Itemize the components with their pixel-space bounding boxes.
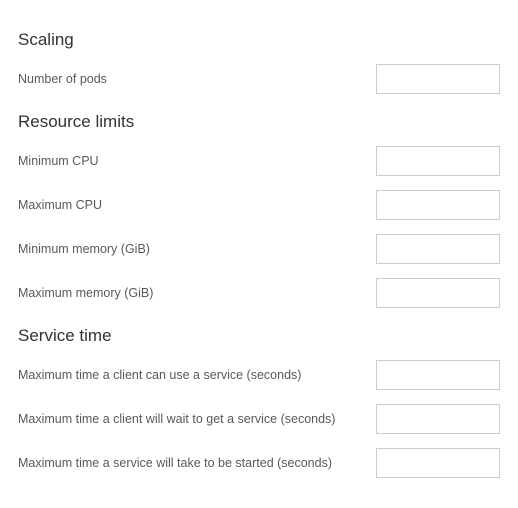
maximum-memory-stepper[interactable] xyxy=(376,278,500,308)
minimum-memory-row: Minimum memory (GiB) xyxy=(18,234,500,264)
minimum-cpu-input[interactable] xyxy=(377,147,518,175)
maximum-cpu-stepper[interactable] xyxy=(376,190,500,220)
max-start-time-input[interactable] xyxy=(377,449,518,477)
max-wait-time-stepper[interactable] xyxy=(376,404,500,434)
maximum-cpu-label: Maximum CPU xyxy=(18,198,376,212)
minimum-cpu-label: Minimum CPU xyxy=(18,154,376,168)
max-start-time-label: Maximum time a service will take to be s… xyxy=(18,456,376,470)
service-time-heading: Service time xyxy=(18,326,500,346)
max-start-time-stepper[interactable] xyxy=(376,448,500,478)
minimum-cpu-stepper[interactable] xyxy=(376,146,500,176)
minimum-cpu-row: Minimum CPU xyxy=(18,146,500,176)
max-wait-time-label: Maximum time a client will wait to get a… xyxy=(18,412,376,426)
resource-limits-heading: Resource limits xyxy=(18,112,500,132)
max-use-time-input[interactable] xyxy=(377,361,518,389)
max-use-time-stepper[interactable] xyxy=(376,360,500,390)
max-use-time-label: Maximum time a client can use a service … xyxy=(18,368,376,382)
scaling-heading: Scaling xyxy=(18,30,500,50)
max-wait-time-input[interactable] xyxy=(377,405,518,433)
max-start-time-row: Maximum time a service will take to be s… xyxy=(18,448,500,478)
max-use-time-row: Maximum time a client can use a service … xyxy=(18,360,500,390)
minimum-memory-label: Minimum memory (GiB) xyxy=(18,242,376,256)
number-of-pods-row: Number of pods xyxy=(18,64,500,94)
maximum-memory-row: Maximum memory (GiB) xyxy=(18,278,500,308)
maximum-cpu-row: Maximum CPU xyxy=(18,190,500,220)
maximum-memory-label: Maximum memory (GiB) xyxy=(18,286,376,300)
max-wait-time-row: Maximum time a client will wait to get a… xyxy=(18,404,500,434)
minimum-memory-input[interactable] xyxy=(377,235,518,263)
number-of-pods-label: Number of pods xyxy=(18,72,376,86)
number-of-pods-stepper[interactable] xyxy=(376,64,500,94)
maximum-cpu-input[interactable] xyxy=(377,191,518,219)
minimum-memory-stepper[interactable] xyxy=(376,234,500,264)
maximum-memory-input[interactable] xyxy=(377,279,518,307)
number-of-pods-input[interactable] xyxy=(377,65,518,93)
